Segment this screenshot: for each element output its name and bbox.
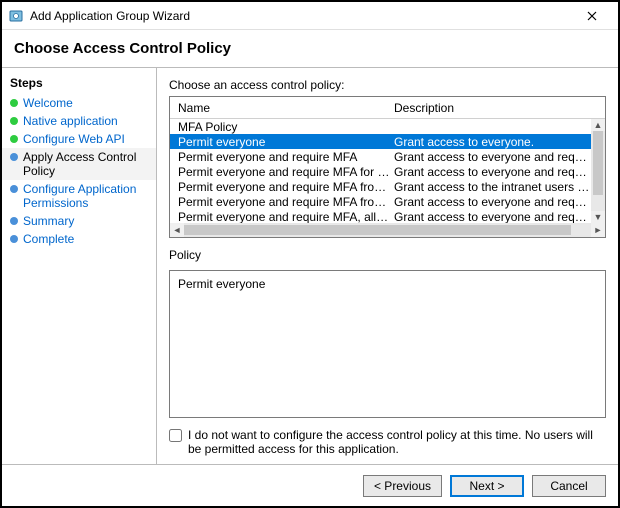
policy-row[interactable]: Permit everyone and require MFA from ext… [170,179,591,194]
window-title: Add Application Group Wizard [30,9,572,23]
close-button[interactable] [572,4,612,28]
policy-row[interactable]: Permit everyone and require MFA for spec… [170,164,591,179]
app-icon [8,8,24,24]
skip-config-row: I do not want to configure the access co… [169,428,606,456]
policy-row[interactable]: Permit everyone and require MFAGrant acc… [170,149,591,164]
step-label: Configure Application Permissions [23,182,150,210]
previous-button[interactable]: < Previous [363,475,442,497]
step-item[interactable]: Apply Access Control Policy [2,148,156,180]
policy-description: Grant access to everyone and require MFA… [390,165,591,179]
step-item[interactable]: Configure Application Permissions [2,180,156,212]
policy-row[interactable]: Permit everyoneGrant access to everyone. [170,134,591,149]
next-button[interactable]: Next > [450,475,524,497]
list-headers: Name Description [170,97,605,119]
scroll-right-icon[interactable]: ► [591,225,605,235]
vertical-scrollbar[interactable]: ▲ ▼ [591,119,605,223]
policy-name: Permit everyone and require MFA from ext… [170,180,390,194]
scroll-down-icon[interactable]: ▼ [594,211,603,223]
step-item[interactable]: Native application [2,112,156,130]
policy-name: Permit everyone and require MFA for spec… [170,165,390,179]
policy-label: Policy [169,248,606,262]
page-header: Choose Access Control Policy [2,30,618,68]
policy-name: Permit everyone and require MFA from una… [170,195,390,209]
hscroll-thumb[interactable] [184,225,571,235]
policy-name: Permit everyone and require MFA [170,150,390,164]
policy-name: MFA Policy [170,120,390,134]
step-item[interactable]: Summary [2,212,156,230]
step-bullet-icon [10,153,18,161]
step-label: Configure Web API [23,132,125,146]
cancel-button[interactable]: Cancel [532,475,606,497]
policy-description: Grant access to everyone. [390,135,591,149]
skip-config-label[interactable]: I do not want to configure the access co… [188,428,606,456]
steps-title: Steps [2,74,156,94]
choose-policy-label: Choose an access control policy: [169,78,606,92]
titlebar: Add Application Group Wizard [2,2,618,30]
horizontal-scrollbar[interactable]: ◄ ► [170,223,605,237]
step-label: Summary [23,214,74,228]
policy-row[interactable]: Permit everyone and require MFA, allow a… [170,209,591,223]
page-title: Choose Access Control Policy [14,40,606,57]
steps-sidebar: Steps Welcome Native application Configure… [2,68,157,464]
column-header-name[interactable]: Name [170,101,390,115]
column-header-description[interactable]: Description [390,101,605,115]
step-label: Native application [23,114,118,128]
wizard-body: Steps Welcome Native application Configure… [2,68,618,464]
list-scroll-area: MFA PolicyPermit everyoneGrant access to… [170,119,605,223]
policy-row[interactable]: MFA Policy [170,119,591,134]
vscroll-thumb[interactable] [593,131,603,195]
step-item[interactable]: Complete [2,230,156,248]
step-bullet-icon [10,235,18,243]
step-item[interactable]: Welcome [2,94,156,112]
policy-description: Grant access to everyone and require MFA… [390,210,591,224]
policy-details-text: Permit everyone [178,277,265,291]
step-label: Welcome [23,96,73,110]
policy-row[interactable]: Permit everyone and require MFA from una… [170,194,591,209]
step-bullet-icon [10,117,18,125]
policy-listbox[interactable]: Name Description MFA PolicyPermit everyo… [169,96,606,238]
step-bullet-icon [10,135,18,143]
policy-name: Permit everyone and require MFA, allow a… [170,210,390,224]
main-panel: Choose an access control policy: Name De… [157,68,618,464]
step-bullet-icon [10,185,18,193]
wizard-footer: < Previous Next > Cancel [2,464,618,506]
skip-config-checkbox[interactable] [169,429,182,442]
policy-description: Grant access to everyone and require MFA… [390,195,591,209]
policy-description: Grant access to everyone and require MFA… [390,150,591,164]
policy-name: Permit everyone [170,135,390,149]
policy-details-box: Permit everyone [169,270,606,418]
wizard-window: Add Application Group Wizard Choose Acce… [0,0,620,508]
scroll-left-icon[interactable]: ◄ [170,225,184,235]
step-item[interactable]: Configure Web API [2,130,156,148]
step-label: Apply Access Control Policy [23,150,150,178]
policy-description: Grant access to the intranet users and r… [390,180,591,194]
scroll-up-icon[interactable]: ▲ [594,119,603,131]
step-label: Complete [23,232,74,246]
step-bullet-icon [10,99,18,107]
step-bullet-icon [10,217,18,225]
